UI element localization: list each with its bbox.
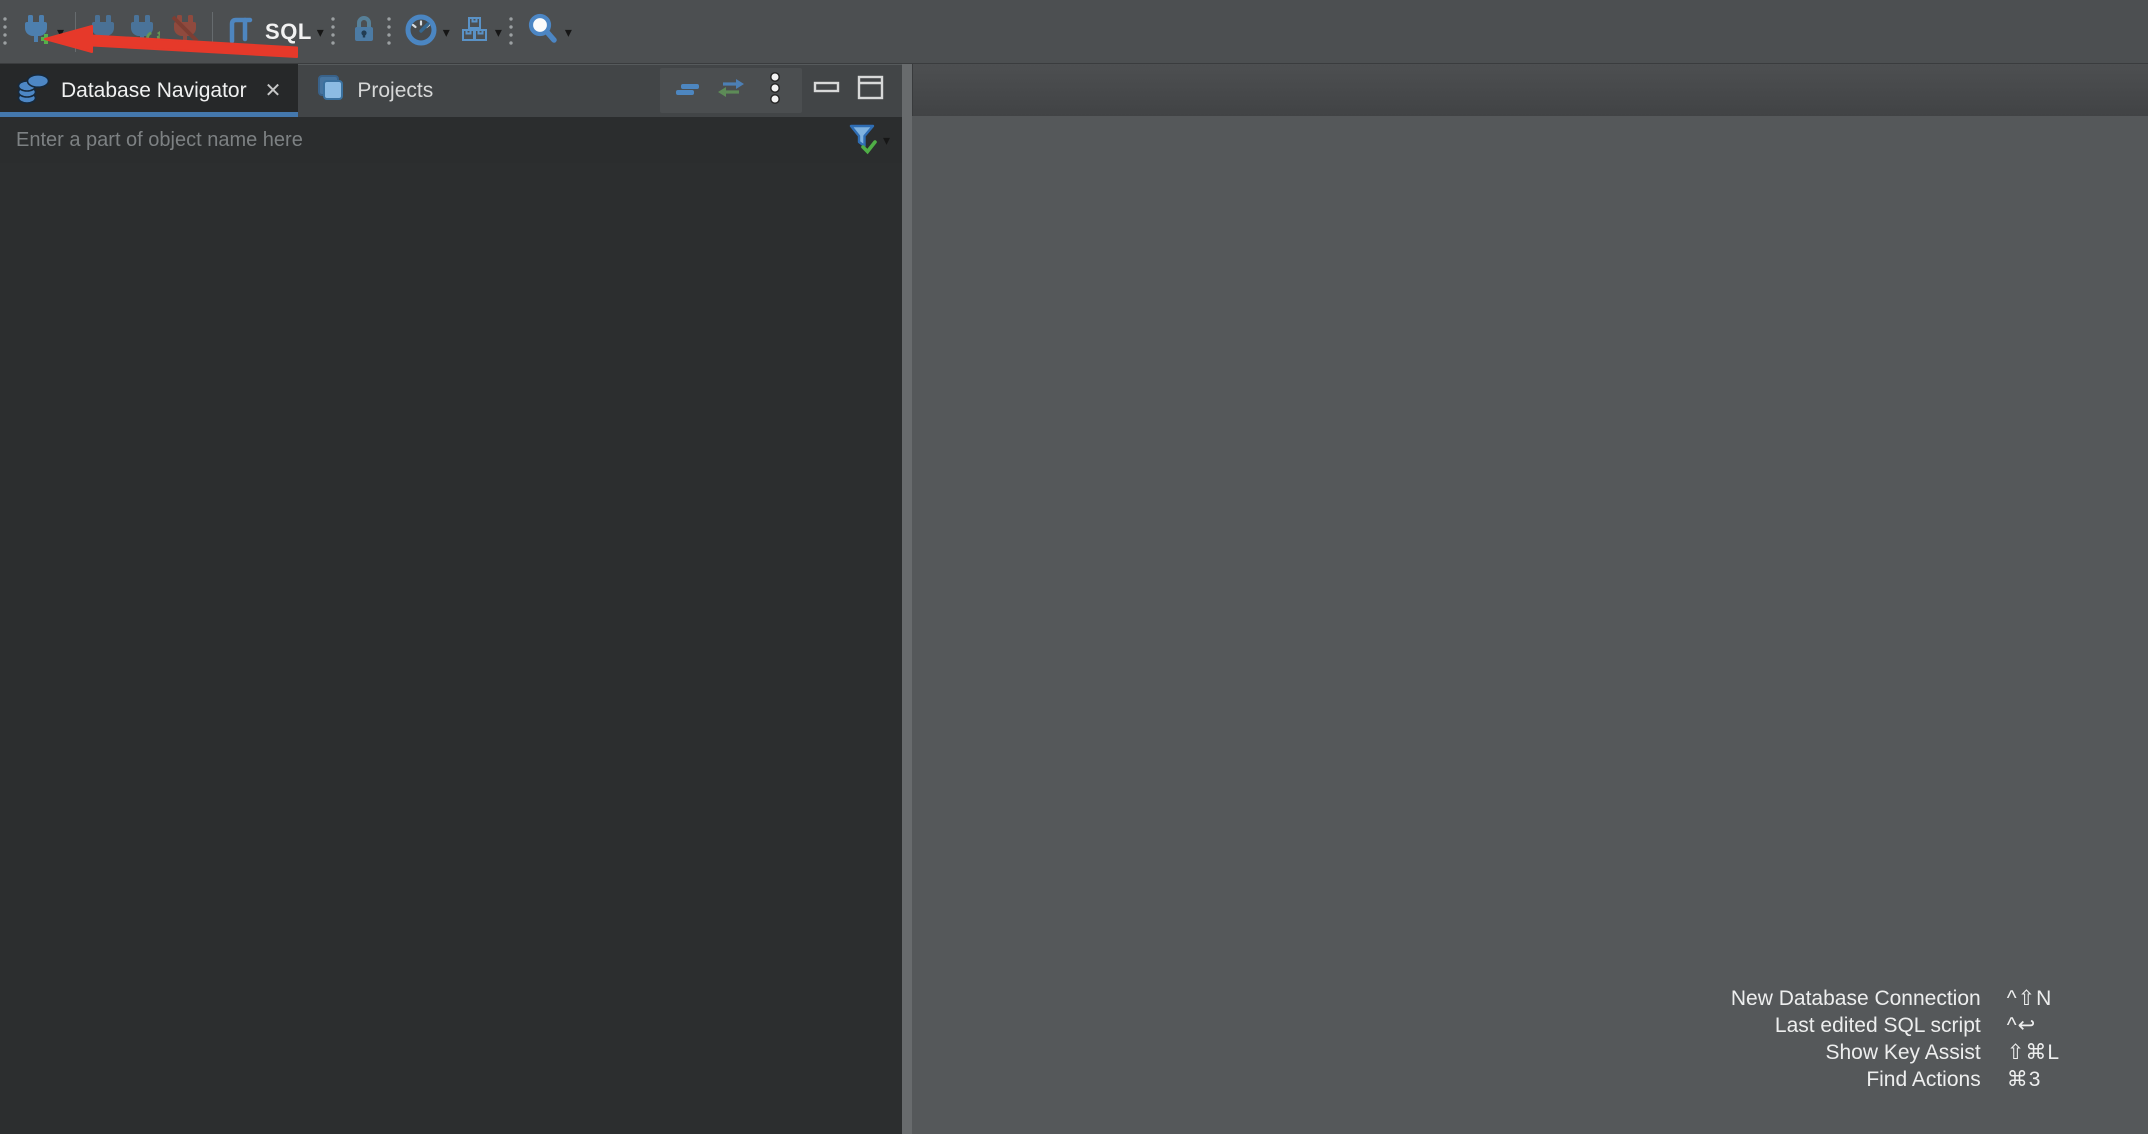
- kebab-menu-icon: [767, 70, 783, 111]
- reconnect-button[interactable]: [123, 8, 165, 56]
- link-with-editor-button[interactable]: [712, 71, 750, 111]
- tab-projects[interactable]: Projects: [298, 64, 448, 117]
- shortcut-keys: ⇧⌘L: [2007, 1043, 2060, 1063]
- editor-empty-background[interactable]: New Database Connection ^⇧N Last edited …: [912, 116, 2148, 1134]
- tab-label: Database Navigator: [61, 79, 247, 103]
- panel-window-controls: [802, 64, 902, 117]
- shortcut-keys: ^⇧N: [2007, 989, 2053, 1009]
- editor-area: New Database Connection ^⇧N Last edited …: [912, 64, 2148, 1134]
- panel-resize-sash[interactable]: [902, 64, 912, 1134]
- chevron-down-icon[interactable]: ▾: [443, 25, 450, 39]
- database-navigator-panel: Database Navigator ✕ Projects: [0, 64, 902, 1134]
- chevron-down-icon[interactable]: ▾: [57, 25, 64, 39]
- collapse-all-icon: [672, 73, 702, 108]
- dbeaver-window: ▾: [0, 0, 2148, 1134]
- filter-settings-button[interactable]: ▾: [846, 121, 890, 160]
- packages-icon: [458, 13, 490, 50]
- database-icon: [15, 70, 51, 111]
- tabstrip-spacer: [448, 64, 660, 117]
- toolbar-drag-handle[interactable]: [3, 15, 7, 49]
- minimize-button[interactable]: [812, 73, 842, 108]
- gauge-icon: [404, 12, 438, 51]
- tab-label: Projects: [357, 79, 433, 103]
- view-menu-button[interactable]: [756, 71, 794, 111]
- plug-disconnect-icon: [169, 13, 201, 50]
- sql-icon: [224, 12, 258, 51]
- dashboard-button[interactable]: ▾: [400, 8, 454, 56]
- search-icon: [526, 12, 560, 51]
- plug-refresh-icon: [127, 13, 161, 50]
- toolbar-drag-handle[interactable]: [331, 15, 335, 49]
- shortcut-label: Find Actions: [1866, 1070, 1980, 1090]
- toolbar-drag-handle[interactable]: [509, 15, 513, 49]
- workspace-content: Database Navigator ✕ Projects: [0, 64, 2148, 1134]
- filter-check-icon: [846, 121, 878, 160]
- lock-workspace-button[interactable]: [344, 8, 384, 56]
- chevron-down-icon[interactable]: ▾: [565, 25, 572, 39]
- sql-button-label: SQL: [265, 19, 312, 45]
- chevron-down-icon[interactable]: ▾: [495, 25, 502, 39]
- projects-icon: [313, 71, 347, 110]
- view-toolbar: [660, 68, 802, 113]
- connect-button[interactable]: [83, 8, 123, 56]
- driver-manager-button[interactable]: ▾: [454, 8, 506, 56]
- view-tabstrip: Database Navigator ✕ Projects: [0, 64, 902, 117]
- plug-icon: [87, 13, 119, 50]
- new-database-connection-button[interactable]: ▾: [16, 8, 68, 56]
- maximize-button[interactable]: [856, 73, 886, 108]
- tab-database-navigator[interactable]: Database Navigator ✕: [0, 64, 298, 117]
- toolbar-separator: [212, 12, 213, 52]
- link-editor-icon: [715, 72, 747, 109]
- sql-editor-button[interactable]: SQL ▾: [220, 8, 328, 56]
- shortcut-keys: ⌘3: [2007, 1070, 2042, 1090]
- search-button[interactable]: ▾: [522, 8, 576, 56]
- shortcut-keys: ^↩: [2007, 1016, 2036, 1036]
- chevron-down-icon[interactable]: ▾: [317, 25, 324, 39]
- object-filter-row: Enter a part of object name here ▾: [0, 117, 902, 163]
- close-icon[interactable]: ✕: [263, 78, 284, 103]
- editor-tabstrip: [912, 64, 2148, 116]
- main-toolbar: ▾: [0, 0, 2148, 64]
- shortcut-hints: New Database Connection ^⇧N Last edited …: [1731, 989, 2060, 1090]
- shortcut-label: Last edited SQL script: [1775, 1016, 1981, 1036]
- object-name-search-input[interactable]: Enter a part of object name here: [16, 129, 846, 152]
- plug-plus-icon: [20, 13, 52, 50]
- disconnect-button[interactable]: [165, 8, 205, 56]
- chevron-down-icon[interactable]: ▾: [883, 133, 890, 147]
- shortcut-label: Show Key Assist: [1825, 1043, 1980, 1063]
- collapse-all-button[interactable]: [668, 71, 706, 111]
- shortcut-label: New Database Connection: [1731, 989, 1981, 1009]
- toolbar-separator: [75, 12, 76, 52]
- navigator-tree-area[interactable]: [0, 163, 902, 1134]
- toolbar-drag-handle[interactable]: [387, 15, 391, 49]
- lock-icon: [348, 13, 380, 50]
